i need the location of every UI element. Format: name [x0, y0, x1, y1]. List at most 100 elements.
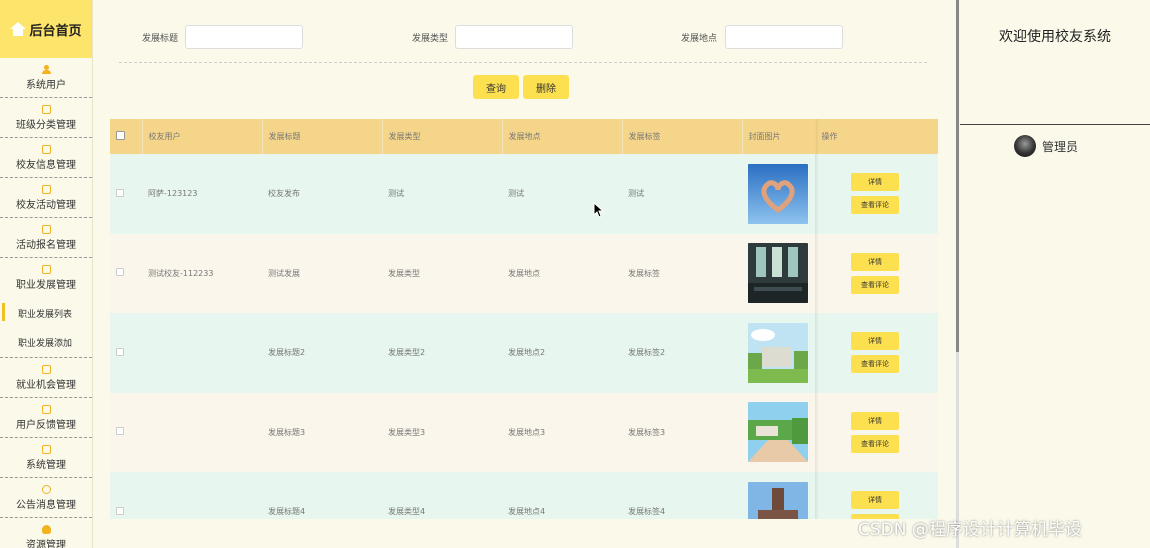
type-filter-label: 发展类型 [412, 34, 449, 44]
submenu-career-add[interactable]: 职业发展添加 [0, 328, 92, 358]
cell-location: 发展地点 [508, 268, 540, 278]
sidebar-item-alumni-activity[interactable]: 校友活动管理 [0, 178, 92, 218]
home-label: 后台首页 [29, 23, 82, 39]
cell-location: 发展地点3 [508, 427, 546, 437]
edit-icon [41, 265, 51, 274]
cell-title: 测试发展 [268, 268, 300, 278]
sidebar-item-job-opportunities[interactable]: 就业机会管理 [0, 358, 92, 398]
table-row[interactable]: 测试校友-112233 测试发展 发展类型 发展地点 发展标签 详情 查看评论 [110, 233, 938, 313]
title-filter-input[interactable] [185, 25, 303, 49]
cell-user [142, 393, 262, 473]
bulb-icon [41, 525, 51, 534]
row-checkbox[interactable] [116, 268, 124, 277]
sidebar-item-label: 校友活动管理 [16, 199, 76, 211]
sidebar-item-label: 职业发展管理 [16, 280, 76, 291]
row-checkbox[interactable] [116, 347, 124, 356]
submenu-label: 职业发展列表 [18, 309, 73, 320]
cover-image[interactable] [748, 402, 808, 463]
detail-button[interactable]: 详情 [851, 252, 899, 271]
column-header: 发展地点 [502, 119, 623, 154]
sidebar-item-class-category[interactable]: 班级分类管理 [0, 98, 92, 138]
column-header: 发展标题 [262, 119, 383, 154]
info-icon [41, 484, 51, 494]
sidebar-item-career-development[interactable]: 职业发展管理 [0, 258, 92, 298]
edit-icon [41, 104, 51, 114]
column-header: 校友用户 [142, 119, 263, 154]
cell-location: 发展地点2 [508, 348, 546, 358]
table-row[interactable]: 阿萨-123123 校友发布 测试 测试 测试 详情 查看评论 [110, 154, 938, 234]
type-filter-input[interactable] [455, 25, 573, 49]
select-all-checkbox[interactable] [116, 131, 125, 140]
cell-tag: 发展标签3 [628, 427, 666, 437]
cell-type: 发展类型4 [388, 507, 426, 517]
avatar [1014, 135, 1036, 157]
admin-profile[interactable]: 管理员 [1014, 135, 1078, 157]
cell-title: 校友发布 [268, 189, 300, 199]
cell-tag: 发展标签 [628, 268, 660, 278]
cover-image[interactable] [748, 243, 808, 304]
column-header: 发展类型 [382, 119, 503, 154]
sidebar-item-resources[interactable]: 资源管理 [0, 518, 92, 548]
sidebar-item-user-feedback[interactable]: 用户反馈管理 [0, 398, 92, 438]
sidebar-item-label: 就业机会管理 [16, 379, 76, 391]
view-comments-button[interactable]: 查看评论 [851, 275, 899, 294]
table-row[interactable]: 发展标题3 发展类型3 发展地点3 发展标签3 详情 查看评论 [110, 392, 938, 473]
home-icon [10, 22, 27, 36]
search-form: 发展标题 发展类型 发展地点 [93, 25, 956, 49]
table-row[interactable]: 发展标题2 发展类型2 发展地点2 发展标签2 详情 查看评论 [110, 313, 938, 393]
sidebar-item-activity-signup[interactable]: 活动报名管理 [0, 218, 92, 258]
table-row[interactable]: 发展标题4 发展类型4 发展地点4 发展标签4 详情 查看评论 [110, 472, 938, 519]
sidebar-item-label: 活动报名管理 [16, 239, 76, 251]
sidebar-item-system-users[interactable]: 系统用户 [0, 58, 92, 98]
sidebar-item-label: 用户反馈管理 [16, 419, 76, 431]
sidebar: 后台首页 系统用户 班级分类管理 校友信息管理 校友活动管理 活动报名管理 职业… [0, 0, 93, 548]
sidebar-item-announcements[interactable]: 公告消息管理 [0, 478, 92, 518]
cell-location: 测试 [508, 189, 524, 199]
cover-image[interactable] [748, 481, 808, 519]
detail-button[interactable]: 详情 [851, 173, 899, 192]
view-comments-button[interactable]: 查看评论 [851, 355, 899, 374]
edit-icon [41, 184, 51, 194]
welcome-text: 欢迎使用校友系统 [999, 29, 1111, 45]
detail-button[interactable]: 详情 [851, 491, 899, 510]
cover-image[interactable] [748, 322, 808, 383]
view-comments-button[interactable]: 查看评论 [851, 434, 899, 453]
mouse-cursor-icon [593, 202, 605, 218]
sidebar-item-system-management[interactable]: 系统管理 [0, 438, 92, 478]
right-panel: 欢迎使用校友系统 管理员 [960, 0, 1150, 548]
sidebar-item-label: 系统用户 [26, 79, 66, 91]
submenu-career-list[interactable]: 职业发展列表 [0, 298, 92, 328]
cell-type: 发展类型 [388, 268, 420, 278]
sidebar-item-label: 系统管理 [26, 459, 66, 471]
row-checkbox[interactable] [116, 506, 124, 515]
cell-user: 测试校友-112233 [148, 268, 214, 278]
scrollbar-thumb[interactable] [956, 0, 959, 352]
divider [960, 124, 1150, 125]
row-checkbox[interactable] [116, 427, 124, 436]
edit-icon [41, 404, 51, 414]
detail-button[interactable]: 详情 [851, 411, 899, 430]
detail-button[interactable]: 详情 [851, 332, 899, 351]
view-comments-button[interactable]: 查看评论 [851, 196, 899, 215]
home-link[interactable]: 后台首页 [0, 0, 92, 58]
submenu-label: 职业发展添加 [18, 339, 73, 349]
cell-title: 发展标题3 [268, 427, 306, 437]
data-table: 校友用户 发展标题 发展类型 发展地点 发展标签 封面图片 操作 阿萨-1231… [110, 119, 938, 519]
location-filter-input[interactable] [725, 25, 843, 49]
cell-user [142, 313, 262, 393]
watermark: CSDN @程序设计计算机毕设 [858, 520, 1082, 540]
cell-location: 发展地点4 [508, 507, 546, 517]
sidebar-item-label: 公告消息管理 [16, 499, 76, 511]
main-content: 发展标题 发展类型 发展地点 查询 删除 校友用户 发展标题 发展类型 发展地点… [93, 0, 956, 548]
sidebar-item-alumni-info[interactable]: 校友信息管理 [0, 138, 92, 178]
edit-icon [41, 364, 51, 374]
cell-tag: 发展标签2 [628, 348, 666, 358]
vertical-scrollbar[interactable] [956, 0, 959, 548]
cover-image[interactable] [748, 163, 808, 224]
fixed-column-shadow [815, 119, 819, 519]
delete-button[interactable]: 删除 [523, 75, 569, 99]
image-icon [41, 444, 51, 454]
row-checkbox[interactable] [116, 188, 124, 197]
column-header: 发展标签 [622, 119, 743, 154]
query-button[interactable]: 查询 [473, 75, 519, 99]
